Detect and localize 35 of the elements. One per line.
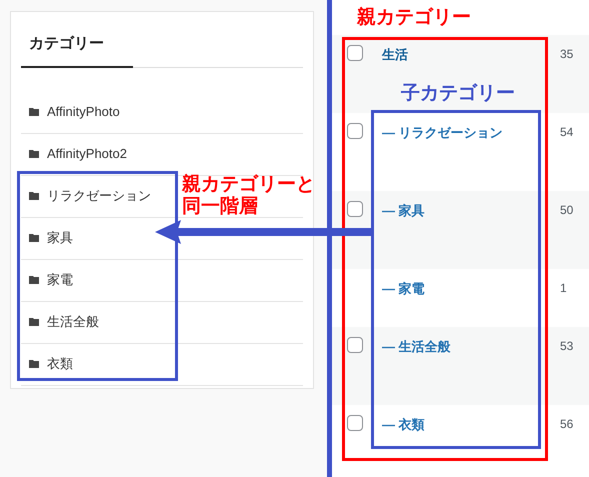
post-count: 56	[560, 416, 574, 433]
folder-icon	[29, 234, 39, 242]
category-link[interactable]: 家具	[47, 228, 73, 248]
category-link[interactable]: 衣類	[47, 354, 73, 374]
widget-title: カテゴリー	[21, 33, 133, 68]
category-link[interactable]: 家電	[47, 270, 73, 290]
folder-icon	[29, 276, 39, 284]
post-count: 53	[560, 338, 574, 355]
checkbox[interactable]	[347, 123, 363, 139]
post-count: 54	[560, 124, 574, 141]
category-name-link[interactable]: — 生活全般	[382, 337, 560, 356]
category-name-link[interactable]: — 家電	[382, 279, 560, 298]
category-link[interactable]: AffinityPhoto	[47, 102, 120, 122]
folder-icon	[29, 192, 39, 200]
category-link[interactable]: AffinityPhoto2	[47, 144, 127, 164]
post-count: 35	[560, 46, 574, 63]
checkbox[interactable]	[347, 337, 363, 353]
category-name-link[interactable]: 生活	[382, 45, 560, 64]
post-count: 50	[560, 202, 574, 219]
checkbox[interactable]	[347, 45, 363, 61]
annotation-label: 親カテゴリーと 同一階層	[182, 174, 315, 218]
folder-icon	[29, 150, 39, 158]
checkbox[interactable]	[347, 415, 363, 431]
category-link[interactable]: 生活全般	[47, 312, 99, 332]
folder-icon	[29, 360, 39, 368]
folder-icon	[29, 318, 39, 326]
checkbox[interactable]	[347, 201, 363, 217]
post-count: 1	[560, 280, 567, 297]
category-link[interactable]: リラクゼーション	[47, 186, 151, 206]
category-name-link[interactable]: — リラクゼーション	[382, 123, 560, 142]
annotation-label: 親カテゴリー	[357, 6, 471, 30]
annotation-label: 子カテゴリー	[401, 82, 515, 106]
category-name-link[interactable]: — 衣類	[382, 415, 560, 434]
category-name-link[interactable]: — 家具	[382, 201, 560, 220]
folder-icon	[29, 108, 39, 116]
